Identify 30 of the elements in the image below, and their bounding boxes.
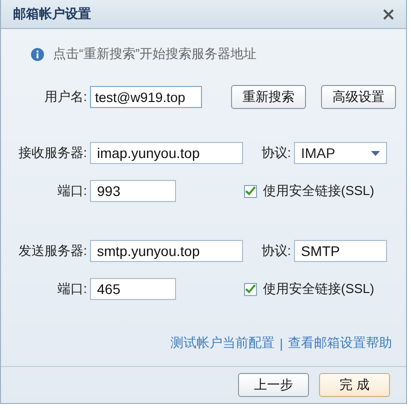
close-icon[interactable] (383, 8, 394, 20)
checkbox[interactable] (244, 184, 257, 198)
server-field[interactable]: imap.yunyou.top (90, 142, 243, 164)
search-button[interactable]: 重新搜索 (231, 85, 306, 109)
protocol-dropdown[interactable]: IMAP (294, 142, 387, 164)
checkbox-label: 使用安全链接(SSL) (263, 182, 374, 200)
protocol-field[interactable]: SMTP (294, 240, 387, 262)
server-field[interactable]: smtp.yunyou.top (90, 240, 243, 262)
finish-button[interactable]: 完 成 (319, 373, 390, 397)
field-label: 发送服务器: (17, 242, 87, 260)
info-icon (31, 48, 44, 60)
username-field[interactable]: test@w919.top (90, 86, 202, 108)
field-label: 端口: (56, 280, 87, 298)
field-label: 用户名: (43, 88, 87, 106)
field-label: 协议: (260, 144, 291, 162)
help-link[interactable]: 测试帐户当前配置 (170, 334, 275, 352)
port-field[interactable]: 993 (90, 180, 176, 202)
settings-button[interactable]: 高级设置 (321, 85, 396, 109)
port-field[interactable]: 465 (90, 278, 176, 300)
back-button[interactable]: 上一步 (238, 373, 309, 397)
field-label: 端口: (56, 182, 87, 200)
checkbox-label: 使用安全链接(SSL) (263, 280, 374, 298)
link-separator: | (280, 336, 283, 350)
field-label: 接收服务器: (17, 144, 87, 162)
window-title: 邮箱帐户设置 (13, 5, 91, 23)
help-link[interactable]: 查看邮箱设置帮助 (288, 334, 392, 352)
field-label: 协议: (260, 242, 291, 260)
caret-icon (371, 150, 380, 156)
checkbox[interactable] (244, 282, 257, 296)
info-text: 点击“重新搜索”开始搜索服务器地址 (53, 45, 257, 63)
